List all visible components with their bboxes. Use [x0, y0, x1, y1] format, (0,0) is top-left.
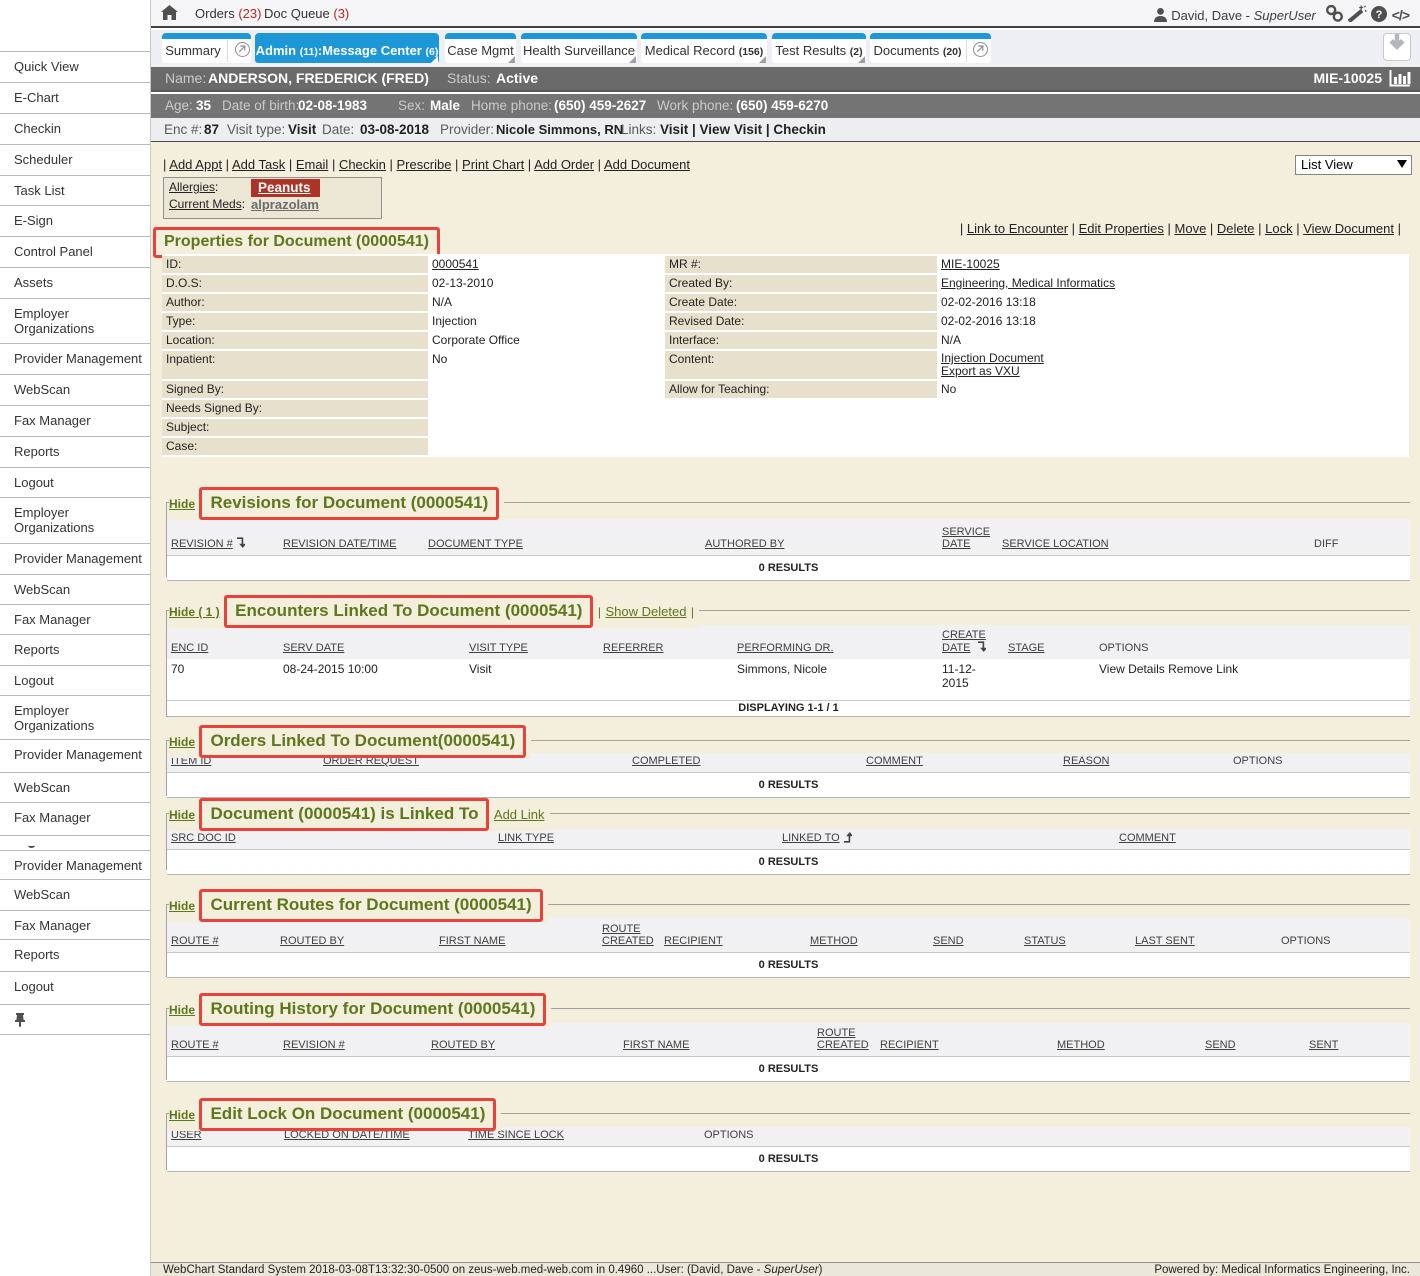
- svg-text:?: ?: [1375, 9, 1382, 21]
